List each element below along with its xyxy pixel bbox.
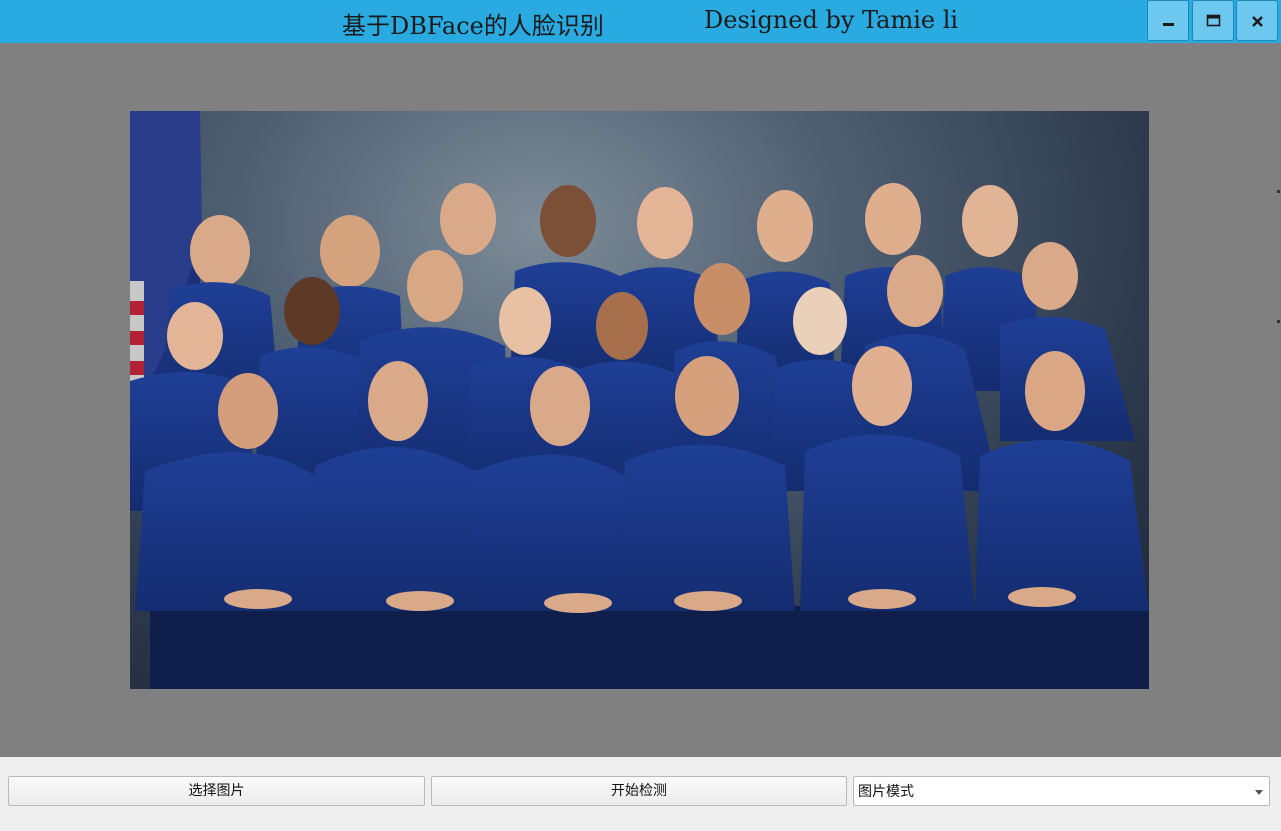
maximize-icon [1206,14,1221,27]
resize-handle [1277,320,1280,323]
maximize-button[interactable] [1192,0,1234,41]
start-detect-button[interactable]: 开始检测 [431,776,847,806]
designer-credit: Designed by Tamie li [704,6,959,34]
window-title: 基于DBFace的人脸识别 [342,12,604,40]
group-photo [130,111,1149,689]
close-button[interactable] [1236,0,1278,41]
mode-select-value: 图片模式 [858,784,914,800]
minimize-button[interactable] [1147,0,1189,41]
close-icon [1252,16,1263,27]
title-bar: 基于DBFace的人脸识别 Designed by Tamie li [0,0,1281,43]
image-display [130,111,1149,689]
mode-select[interactable]: 图片模式 [853,776,1270,806]
resize-handle [1277,190,1280,193]
chevron-down-icon [1255,790,1263,795]
select-image-button[interactable]: 选择图片 [8,776,425,806]
minimize-icon [1163,23,1174,26]
